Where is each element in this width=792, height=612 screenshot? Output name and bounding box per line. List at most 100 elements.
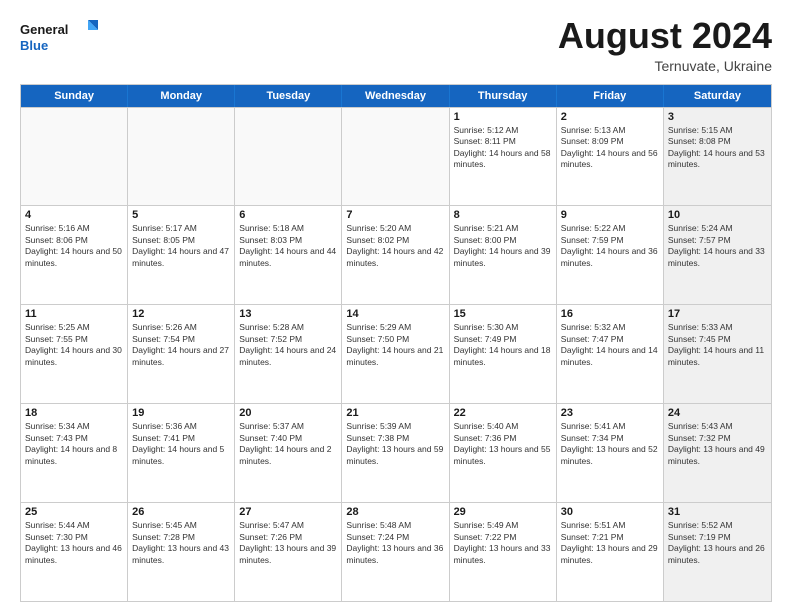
cal-row-0: 1 Sunrise: 5:12 AM Sunset: 8:11 PM Dayli…: [21, 107, 771, 206]
cell-info: Sunrise: 5:49 AM Sunset: 7:22 PM Dayligh…: [454, 520, 552, 566]
cal-cell-2-1: 12 Sunrise: 5:26 AM Sunset: 7:54 PM Dayl…: [128, 305, 235, 403]
cal-cell-1-5: 9 Sunrise: 5:22 AM Sunset: 7:59 PM Dayli…: [557, 206, 664, 304]
cal-cell-0-6: 3 Sunrise: 5:15 AM Sunset: 8:08 PM Dayli…: [664, 108, 771, 206]
day-number: 31: [668, 506, 767, 518]
day-number: 6: [239, 209, 337, 221]
cell-info: Sunrise: 5:47 AM Sunset: 7:26 PM Dayligh…: [239, 520, 337, 566]
calendar-header: Sunday Monday Tuesday Wednesday Thursday…: [21, 85, 771, 107]
day-number: 25: [25, 506, 123, 518]
cell-info: Sunrise: 5:36 AM Sunset: 7:41 PM Dayligh…: [132, 421, 230, 467]
svg-text:General: General: [20, 22, 68, 37]
cal-cell-4-6: 31 Sunrise: 5:52 AM Sunset: 7:19 PM Dayl…: [664, 503, 771, 601]
cal-cell-1-3: 7 Sunrise: 5:20 AM Sunset: 8:02 PM Dayli…: [342, 206, 449, 304]
title-block: August 2024 Ternuvate, Ukraine: [558, 16, 772, 74]
cal-cell-2-0: 11 Sunrise: 5:25 AM Sunset: 7:55 PM Dayl…: [21, 305, 128, 403]
cal-cell-3-0: 18 Sunrise: 5:34 AM Sunset: 7:43 PM Dayl…: [21, 404, 128, 502]
day-number: 11: [25, 308, 123, 320]
calendar: Sunday Monday Tuesday Wednesday Thursday…: [20, 84, 772, 602]
cal-cell-3-1: 19 Sunrise: 5:36 AM Sunset: 7:41 PM Dayl…: [128, 404, 235, 502]
cell-info: Sunrise: 5:12 AM Sunset: 8:11 PM Dayligh…: [454, 125, 552, 171]
cell-info: Sunrise: 5:24 AM Sunset: 7:57 PM Dayligh…: [668, 223, 767, 269]
cell-info: Sunrise: 5:44 AM Sunset: 7:30 PM Dayligh…: [25, 520, 123, 566]
day-number: 20: [239, 407, 337, 419]
cal-cell-2-5: 16 Sunrise: 5:32 AM Sunset: 7:47 PM Dayl…: [557, 305, 664, 403]
cal-cell-0-2: [235, 108, 342, 206]
logo-svg: General Blue: [20, 16, 100, 56]
cal-cell-4-0: 25 Sunrise: 5:44 AM Sunset: 7:30 PM Dayl…: [21, 503, 128, 601]
header: General Blue August 2024 Ternuvate, Ukra…: [20, 16, 772, 74]
day-number: 29: [454, 506, 552, 518]
header-monday: Monday: [128, 85, 235, 107]
cell-info: Sunrise: 5:13 AM Sunset: 8:09 PM Dayligh…: [561, 125, 659, 171]
cell-info: Sunrise: 5:21 AM Sunset: 8:00 PM Dayligh…: [454, 223, 552, 269]
header-thursday: Thursday: [450, 85, 557, 107]
day-number: 14: [346, 308, 444, 320]
cal-cell-3-6: 24 Sunrise: 5:43 AM Sunset: 7:32 PM Dayl…: [664, 404, 771, 502]
cal-cell-4-1: 26 Sunrise: 5:45 AM Sunset: 7:28 PM Dayl…: [128, 503, 235, 601]
calendar-body: 1 Sunrise: 5:12 AM Sunset: 8:11 PM Dayli…: [21, 107, 771, 601]
day-number: 21: [346, 407, 444, 419]
cell-info: Sunrise: 5:32 AM Sunset: 7:47 PM Dayligh…: [561, 322, 659, 368]
day-number: 5: [132, 209, 230, 221]
cal-cell-2-6: 17 Sunrise: 5:33 AM Sunset: 7:45 PM Dayl…: [664, 305, 771, 403]
day-number: 8: [454, 209, 552, 221]
header-sunday: Sunday: [21, 85, 128, 107]
cell-info: Sunrise: 5:26 AM Sunset: 7:54 PM Dayligh…: [132, 322, 230, 368]
cell-info: Sunrise: 5:40 AM Sunset: 7:36 PM Dayligh…: [454, 421, 552, 467]
cal-cell-1-2: 6 Sunrise: 5:18 AM Sunset: 8:03 PM Dayli…: [235, 206, 342, 304]
cal-cell-4-2: 27 Sunrise: 5:47 AM Sunset: 7:26 PM Dayl…: [235, 503, 342, 601]
cal-cell-4-5: 30 Sunrise: 5:51 AM Sunset: 7:21 PM Dayl…: [557, 503, 664, 601]
cal-cell-4-4: 29 Sunrise: 5:49 AM Sunset: 7:22 PM Dayl…: [450, 503, 557, 601]
cal-cell-1-6: 10 Sunrise: 5:24 AM Sunset: 7:57 PM Dayl…: [664, 206, 771, 304]
cell-info: Sunrise: 5:22 AM Sunset: 7:59 PM Dayligh…: [561, 223, 659, 269]
cal-cell-4-3: 28 Sunrise: 5:48 AM Sunset: 7:24 PM Dayl…: [342, 503, 449, 601]
cell-info: Sunrise: 5:20 AM Sunset: 8:02 PM Dayligh…: [346, 223, 444, 269]
day-number: 4: [25, 209, 123, 221]
cal-row-1: 4 Sunrise: 5:16 AM Sunset: 8:06 PM Dayli…: [21, 205, 771, 304]
cell-info: Sunrise: 5:37 AM Sunset: 7:40 PM Dayligh…: [239, 421, 337, 467]
day-number: 26: [132, 506, 230, 518]
cell-info: Sunrise: 5:39 AM Sunset: 7:38 PM Dayligh…: [346, 421, 444, 467]
day-number: 17: [668, 308, 767, 320]
cell-info: Sunrise: 5:48 AM Sunset: 7:24 PM Dayligh…: [346, 520, 444, 566]
cal-cell-0-1: [128, 108, 235, 206]
cal-cell-0-3: [342, 108, 449, 206]
cal-row-3: 18 Sunrise: 5:34 AM Sunset: 7:43 PM Dayl…: [21, 403, 771, 502]
cell-info: Sunrise: 5:52 AM Sunset: 7:19 PM Dayligh…: [668, 520, 767, 566]
svg-text:Blue: Blue: [20, 38, 48, 53]
day-number: 28: [346, 506, 444, 518]
day-number: 23: [561, 407, 659, 419]
cal-cell-3-2: 20 Sunrise: 5:37 AM Sunset: 7:40 PM Dayl…: [235, 404, 342, 502]
day-number: 30: [561, 506, 659, 518]
header-friday: Friday: [557, 85, 664, 107]
day-number: 13: [239, 308, 337, 320]
cell-info: Sunrise: 5:29 AM Sunset: 7:50 PM Dayligh…: [346, 322, 444, 368]
cell-info: Sunrise: 5:18 AM Sunset: 8:03 PM Dayligh…: [239, 223, 337, 269]
cell-info: Sunrise: 5:43 AM Sunset: 7:32 PM Dayligh…: [668, 421, 767, 467]
cal-cell-0-0: [21, 108, 128, 206]
logo: General Blue: [20, 16, 100, 56]
day-number: 16: [561, 308, 659, 320]
day-number: 24: [668, 407, 767, 419]
day-number: 12: [132, 308, 230, 320]
header-saturday: Saturday: [664, 85, 771, 107]
cal-cell-0-5: 2 Sunrise: 5:13 AM Sunset: 8:09 PM Dayli…: [557, 108, 664, 206]
cal-row-2: 11 Sunrise: 5:25 AM Sunset: 7:55 PM Dayl…: [21, 304, 771, 403]
cal-cell-3-3: 21 Sunrise: 5:39 AM Sunset: 7:38 PM Dayl…: [342, 404, 449, 502]
subtitle: Ternuvate, Ukraine: [558, 58, 772, 74]
cal-cell-1-0: 4 Sunrise: 5:16 AM Sunset: 8:06 PM Dayli…: [21, 206, 128, 304]
cal-cell-2-4: 15 Sunrise: 5:30 AM Sunset: 7:49 PM Dayl…: [450, 305, 557, 403]
cal-cell-2-2: 13 Sunrise: 5:28 AM Sunset: 7:52 PM Dayl…: [235, 305, 342, 403]
cal-cell-2-3: 14 Sunrise: 5:29 AM Sunset: 7:50 PM Dayl…: [342, 305, 449, 403]
cal-cell-1-4: 8 Sunrise: 5:21 AM Sunset: 8:00 PM Dayli…: [450, 206, 557, 304]
day-number: 18: [25, 407, 123, 419]
cal-cell-3-4: 22 Sunrise: 5:40 AM Sunset: 7:36 PM Dayl…: [450, 404, 557, 502]
day-number: 22: [454, 407, 552, 419]
cell-info: Sunrise: 5:16 AM Sunset: 8:06 PM Dayligh…: [25, 223, 123, 269]
day-number: 19: [132, 407, 230, 419]
cal-cell-0-4: 1 Sunrise: 5:12 AM Sunset: 8:11 PM Dayli…: [450, 108, 557, 206]
cell-info: Sunrise: 5:34 AM Sunset: 7:43 PM Dayligh…: [25, 421, 123, 467]
day-number: 7: [346, 209, 444, 221]
cell-info: Sunrise: 5:45 AM Sunset: 7:28 PM Dayligh…: [132, 520, 230, 566]
cell-info: Sunrise: 5:25 AM Sunset: 7:55 PM Dayligh…: [25, 322, 123, 368]
